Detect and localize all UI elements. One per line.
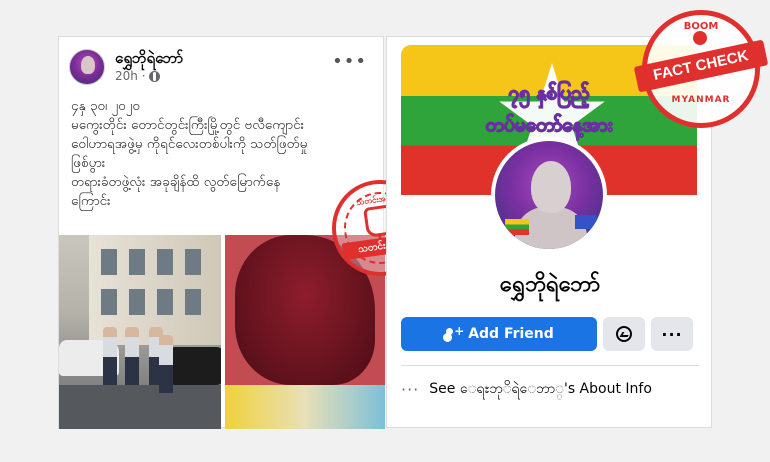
post-meta: 20h · [115, 69, 160, 83]
more-dots-icon: ··· [401, 380, 420, 399]
photo-police-street[interactable] [59, 235, 221, 429]
myanmar-flag-icon [505, 219, 529, 235]
post-photos [59, 235, 385, 429]
more-options-icon[interactable]: ••• [332, 51, 367, 72]
divider [401, 365, 699, 366]
about-info-text: See ေရႊဘုိရဲေဘာ္'s About Info [429, 381, 652, 397]
badge-ribbon: FACT CHECK [633, 39, 769, 93]
flag-icon [575, 215, 597, 229]
more-dots-icon: ··· [661, 324, 683, 344]
police-officer [125, 327, 139, 385]
post-text-line: ကြောင်း [71, 193, 111, 209]
post-text-line: တရားခံတဖွဲ့လုံး အခုချိန်ထိ လွတ်မြောက်နေ [71, 174, 281, 190]
add-friend-button[interactable]: Add Friend [401, 317, 597, 351]
profile-figure-face [531, 161, 571, 213]
post-time[interactable]: 20h · [115, 69, 146, 83]
post-header: ရွှေဘိုရဲဘော် 20h · ••• [69, 47, 375, 87]
post-text-line: ၄နှ ၃၀၊ ၂၀၂၀ [71, 98, 140, 114]
police-officer [159, 335, 173, 393]
add-friend-label: Add Friend [468, 326, 554, 342]
avatar[interactable] [69, 49, 105, 85]
post-text-line: ဖြစ်ပွား [71, 155, 106, 171]
post-author[interactable]: ရွှေဘိုရဲဘော် [115, 49, 183, 71]
profile-name: ရွှေဘိုရဲဘော် [499, 272, 601, 297]
about-info-link[interactable]: ··· See ေရႊဘုိရဲေဘာ္'s About Info [401, 379, 699, 400]
black-car [169, 347, 221, 385]
message-button[interactable] [603, 317, 645, 351]
add-person-icon [444, 324, 464, 340]
street [59, 385, 221, 429]
profile-actions: Add Friend ··· [401, 317, 699, 351]
bomb-icon [693, 31, 707, 45]
mat [225, 385, 385, 429]
badge-region: MYANMAR [671, 95, 731, 105]
fact-check-badge: BOOM FACT CHECK MYANMAR [633, 10, 769, 128]
profile-picture[interactable] [491, 137, 607, 253]
more-button[interactable]: ··· [651, 317, 693, 351]
post-text-line: ဝေါဟာရအဖွဲ့မှ ကိုရင်လေးတစ်ပါးကို သတ်ဖြတ်… [71, 136, 308, 152]
messenger-icon [616, 326, 632, 342]
globe-icon [148, 70, 160, 82]
post-text-line: မကွေးတိုင်း တောင်တွင်းကြီးမြို့တွင် ဗလီက… [71, 117, 305, 133]
police-officer [103, 327, 117, 385]
post-text: ၄နှ ၃၀၊ ၂၀၂၀ မကွေးတိုင်း တောင်တွင်းကြီးမ… [71, 97, 371, 211]
